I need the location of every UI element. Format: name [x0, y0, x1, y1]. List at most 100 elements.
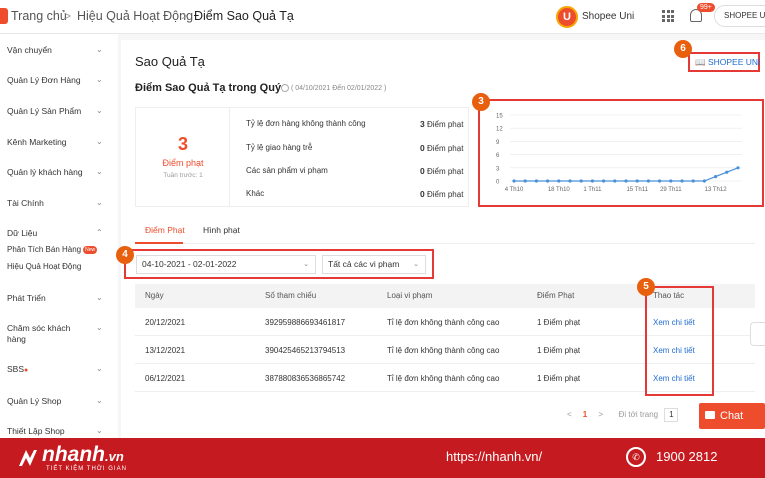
chart-point: [512, 179, 516, 183]
pager-next[interactable]: >: [598, 410, 603, 419]
hotline-number[interactable]: 1900 2812: [656, 449, 717, 464]
goto-page-label: Đi tới trang: [618, 410, 659, 419]
chevron-up-icon: ⌃: [96, 228, 103, 237]
chart-point: [691, 179, 695, 183]
chevron-down-icon: ⌄: [413, 261, 419, 268]
stat-row: Tỷ lệ giao hàng trễ 0 Điểm phạt: [246, 143, 464, 153]
new-badge: New: [83, 245, 98, 254]
chart-xtick-label: 4 Th10: [505, 187, 524, 193]
shopee-uni-icon[interactable]: U: [556, 6, 578, 28]
marker-3: 3: [472, 93, 490, 111]
chevron-down-icon: ⌄: [96, 323, 103, 332]
website-link[interactable]: https://nhanh.vn/: [446, 449, 542, 464]
chart-point: [523, 179, 527, 183]
actions-highlight: [645, 286, 714, 396]
top-bar: Trang chủ > Hiệu Quả Hoạt Động > Điểm Sa…: [0, 0, 765, 34]
date-range-select[interactable]: 04-10-2021 - 02-01-2022 ⌄: [136, 255, 316, 274]
section-title: Điểm Sao Quả Tạ trong Quý: [135, 82, 282, 94]
period-range: ( 04/10/2021 Đến 02/01/2022 ): [281, 84, 386, 92]
chevron-down-icon: ⌄: [96, 426, 103, 435]
active-tab-indicator: [135, 242, 183, 244]
tab-penalty-points[interactable]: Điểm Phạt: [145, 225, 185, 235]
chart-xtick-label: 29 Th11: [660, 187, 682, 193]
chart-point: [534, 179, 538, 183]
chevron-down-icon: ⌄: [96, 364, 103, 373]
chart-xtick-label: 18 Th10: [548, 187, 571, 193]
chart-point: [613, 179, 617, 183]
book-icon: 📖: [695, 57, 706, 67]
stat-row: Tỷ lệ đơn hàng không thành công 3 Điểm ph…: [246, 119, 464, 129]
score-value: 3: [177, 134, 188, 154]
chart-ytick-label: 0: [496, 180, 500, 186]
chart-point: [702, 179, 706, 183]
sidebar-subitem-performance[interactable]: Hiệu Quả Hoạt Động: [7, 262, 81, 271]
col-points: Điểm Phạt: [537, 291, 575, 300]
chevron-down-icon: ⌄: [96, 396, 103, 405]
nhanh-logo-icon: [19, 450, 37, 466]
tab-bar: Điểm Phạt Hình phạt: [135, 222, 755, 244]
pagination: < 1 > Đi tới trang 1: [567, 408, 679, 422]
chart-point: [669, 179, 673, 183]
breadcrumb-home[interactable]: Trang chủ: [11, 9, 67, 23]
float-help-icon[interactable]: [750, 322, 765, 346]
chart-ytick-label: 15: [496, 114, 503, 120]
chart-point: [590, 179, 594, 183]
breadcrumb-section[interactable]: Hiệu Quả Hoạt Động: [77, 9, 193, 23]
main-card: Sao Quả Tạ Điểm Sao Quả Tạ trong Quý ( 0…: [121, 40, 765, 438]
shopee-logo-icon[interactable]: [0, 8, 8, 24]
shopee-uni-label[interactable]: Shopee Uni: [582, 11, 634, 22]
chart-point: [624, 179, 628, 183]
apps-grid-icon[interactable]: [662, 10, 674, 22]
col-date: Ngày: [145, 291, 164, 300]
sidebar: Vận chuyển ⌄ Quản Lý Đơn Hàng ⌄ Quản Lý Sả…: [0, 34, 118, 438]
col-violation-type: Loại vi phạm: [387, 291, 433, 300]
shop-account-button[interactable]: SHOPEE UNI: [714, 5, 765, 27]
marker-4: 4: [116, 246, 134, 264]
chart-xtick-label: 15 Th11: [626, 187, 648, 193]
chevron-down-icon: ⌄: [303, 261, 309, 268]
pager-prev[interactable]: <: [567, 410, 572, 419]
chart-point: [568, 179, 572, 183]
chart-point: [546, 179, 550, 183]
sidebar-subitem-sales-analytics[interactable]: Phân Tích Bán Hàng New: [7, 245, 98, 254]
chart-point: [557, 179, 561, 183]
chart-ytick-label: 3: [496, 166, 500, 172]
marker-6: 6: [674, 40, 692, 58]
chart-point: [658, 179, 662, 183]
shopee-uni-link[interactable]: 📖 SHOPEE UNI: [688, 52, 760, 72]
chart-point: [646, 179, 650, 183]
stat-row: Khác 0 Điểm phạt: [246, 189, 464, 199]
tab-sanctions[interactable]: Hình phạt: [203, 225, 240, 235]
footer-banner: nhanh.vn TIẾT KIỆM THỜI GIAN https://nha…: [0, 438, 765, 478]
chart-xtick-label: 13 Th12: [705, 187, 728, 193]
chart-svg: 0 3 6 9 12 15 4 Th10 18 Th10 1 Th11 15 Th11 29 Th1…: [496, 114, 742, 193]
phone-icon: ✆: [626, 447, 646, 467]
penalty-trend-chart: 0 3 6 9 12 15 4 Th10 18 Th10 1 Th11 15 Th11 29 Th1…: [478, 99, 764, 207]
chat-button[interactable]: Chat: [699, 403, 765, 429]
chart-ytick-label: 12: [496, 127, 503, 133]
pager-current-page[interactable]: 1: [583, 410, 587, 419]
chevron-down-icon: ⌄: [96, 167, 103, 176]
chart-point: [680, 179, 684, 183]
marker-5: 5: [637, 278, 655, 296]
brand-name: nhanh.vn: [42, 443, 124, 466]
chevron-down-icon: ⌄: [96, 293, 103, 302]
chart-series-line: [514, 167, 739, 182]
violation-type-select[interactable]: Tất cả các vi phạm ⌄: [322, 255, 426, 274]
chevron-down-icon: ⌄: [96, 198, 103, 207]
chevron-down-icon: ⌄: [96, 45, 103, 54]
sbs-dot-icon: ●: [24, 367, 29, 374]
stat-row: Các sản phẩm vi phạm 0 Điểm phạt: [246, 166, 464, 176]
chart-ytick-label: 9: [496, 140, 500, 146]
chart-ytick-label: 6: [496, 153, 500, 159]
breadcrumb-current: Điểm Sao Quả Tạ: [194, 9, 294, 23]
col-reference: Số tham chiếu: [265, 291, 317, 300]
score-previous: Tuần trước: 1: [163, 172, 203, 179]
help-icon[interactable]: [281, 84, 289, 92]
filter-bar: 04-10-2021 - 02-01-2022 ⌄ Tất cả các vi p…: [124, 249, 434, 279]
chart-xtick-label: 1 Th11: [583, 187, 602, 193]
goto-page-input[interactable]: 1: [664, 408, 679, 422]
breadcrumb-separator: >: [64, 9, 72, 23]
notification-badge: 99+: [697, 3, 715, 12]
score-summary: 3 Điểm phạt Tuần trước: 1: [136, 108, 230, 206]
